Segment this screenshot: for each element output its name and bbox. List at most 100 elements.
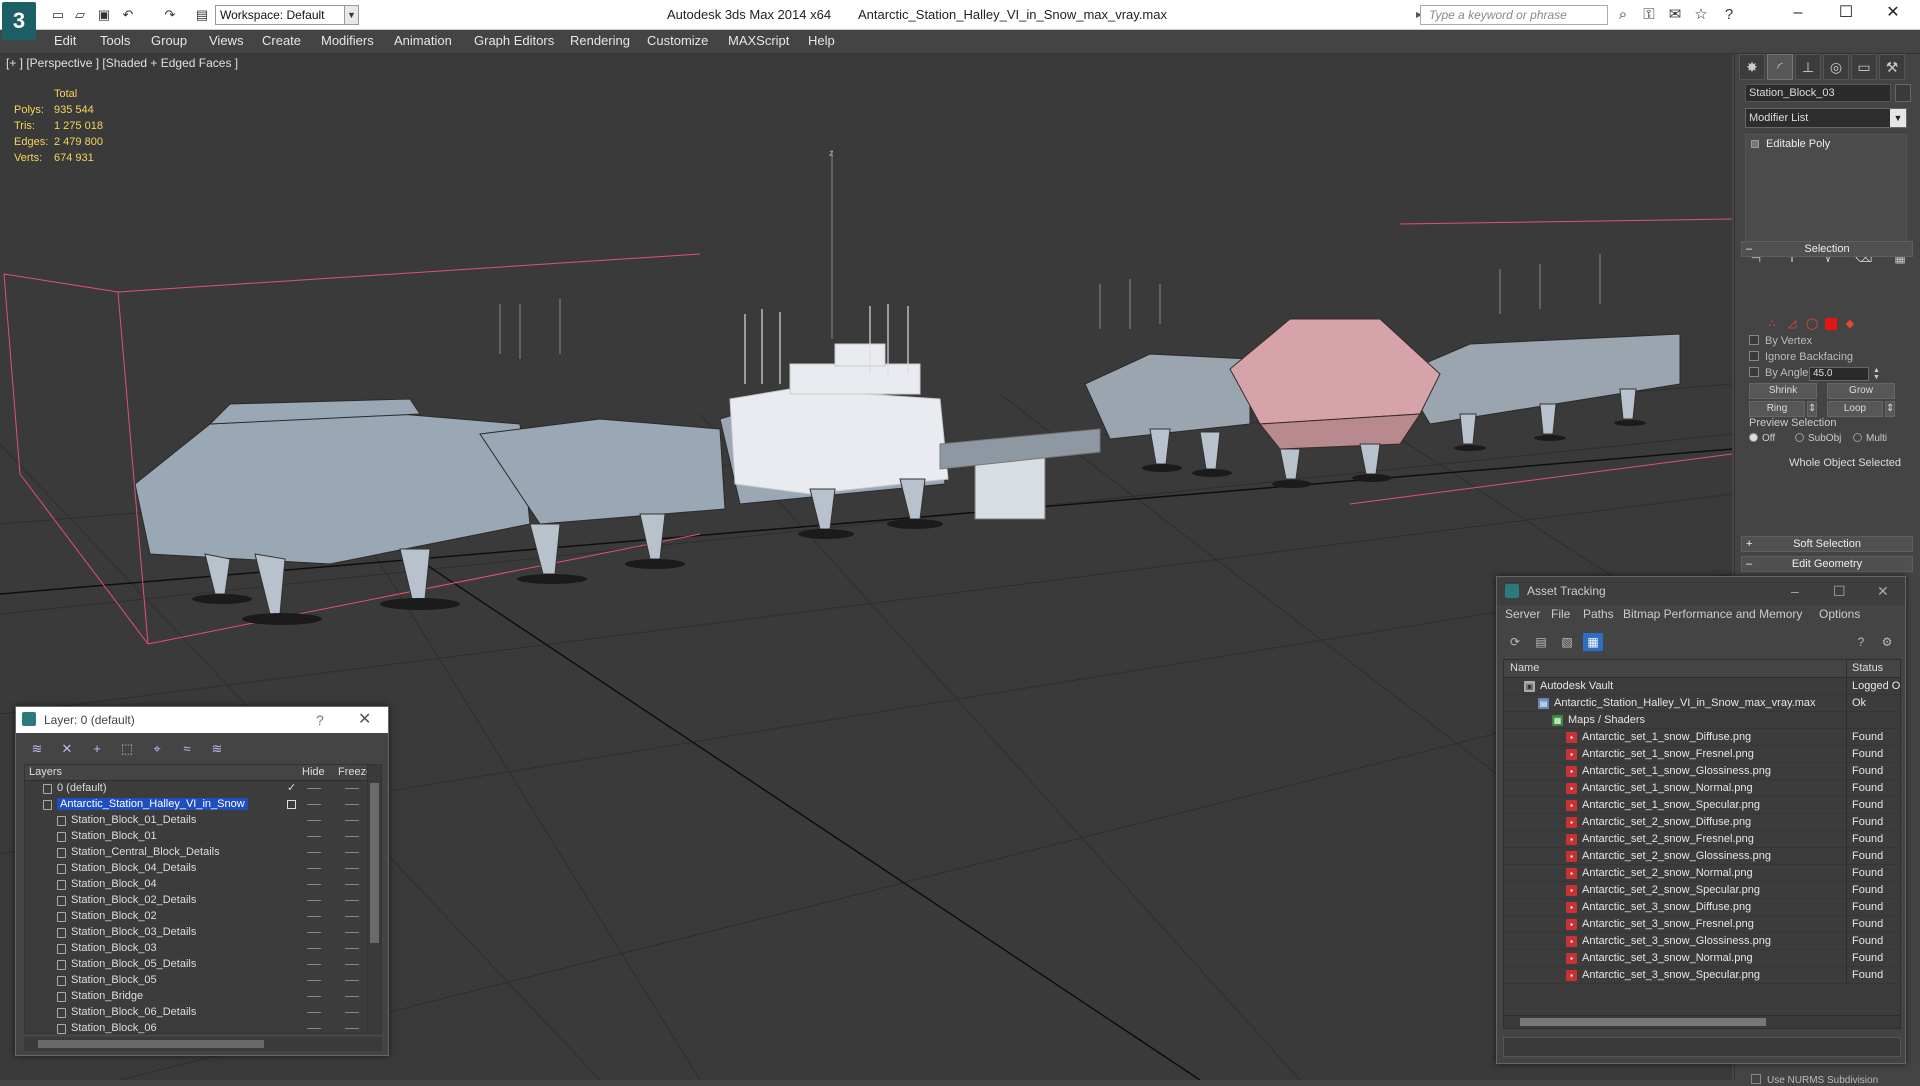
soft-selection-rollout-header[interactable]: + Soft Selection: [1741, 536, 1913, 552]
hide-toggle[interactable]: [307, 804, 321, 805]
menu-file[interactable]: File: [1551, 607, 1570, 621]
hide-toggle[interactable]: [307, 788, 321, 789]
use-nurms-checkbox[interactable]: Use NURMS Subdivision: [1751, 1074, 1878, 1086]
chevron-down-icon[interactable]: ▼: [344, 5, 359, 25]
asset-row[interactable]: ▪ Antarctic_set_2_snow_Diffuse.png Found: [1504, 814, 1900, 831]
edge-icon[interactable]: ◿: [1785, 318, 1799, 330]
by-angle-checkbox[interactable]: By Angle:: [1749, 367, 1811, 379]
table-view-icon[interactable]: ▦: [1583, 633, 1603, 651]
modifier-stack[interactable]: Editable Poly: [1745, 134, 1907, 242]
modifier-list-dropdown[interactable]: Modifier List ▼: [1745, 108, 1907, 128]
hide-toggle[interactable]: [307, 852, 321, 853]
polygon-icon[interactable]: [1825, 318, 1837, 330]
preview-subobj-radio[interactable]: SubObj: [1795, 433, 1841, 444]
asset-row[interactable]: ▪ Antarctic_set_3_snow_Normal.png Found: [1504, 950, 1900, 967]
hide-toggle[interactable]: [307, 900, 321, 901]
thumbnail-view-icon[interactable]: ▧: [1557, 633, 1577, 651]
object-name-field[interactable]: Station_Block_03: [1745, 84, 1891, 102]
layer-row[interactable]: Station_Block_05: [25, 973, 381, 989]
close-button[interactable]: ✕: [358, 707, 371, 733]
menu-options[interactable]: Options: [1819, 607, 1860, 621]
create-layer-icon[interactable]: ≋: [26, 739, 48, 759]
preview-multi-radio[interactable]: Multi: [1853, 433, 1887, 444]
horizontal-scrollbar[interactable]: [1503, 1015, 1901, 1029]
object-color-swatch[interactable]: [1895, 84, 1911, 102]
save-file-icon[interactable]: ▣: [94, 5, 114, 25]
current-layer-check-icon[interactable]: ✓: [287, 781, 296, 794]
menu-graph-editors[interactable]: Graph Editors: [474, 33, 554, 48]
preview-off-radio[interactable]: Off: [1749, 433, 1775, 444]
menu-server[interactable]: Server: [1505, 607, 1540, 621]
column-status[interactable]: Status: [1852, 662, 1883, 674]
scrollbar-thumb[interactable]: [38, 1040, 264, 1048]
layer-row[interactable]: 0 (default) ✓: [25, 781, 381, 797]
loop-button[interactable]: Loop: [1827, 401, 1883, 417]
chevron-down-icon[interactable]: ▼: [1890, 109, 1906, 127]
menu-bitmap-performance[interactable]: Bitmap Performance and Memory: [1623, 607, 1802, 621]
hide-toggle[interactable]: [307, 996, 321, 997]
settings-icon[interactable]: ⚙: [1877, 633, 1897, 651]
freeze-toggle[interactable]: [345, 852, 359, 853]
maximize-button[interactable]: ☐: [1823, 0, 1869, 28]
hide-toggle[interactable]: [307, 836, 321, 837]
by-vertex-checkbox[interactable]: By Vertex: [1749, 335, 1812, 347]
hide-toggle[interactable]: [307, 980, 321, 981]
menu-animation[interactable]: Animation: [394, 33, 452, 48]
freeze-toggle[interactable]: [345, 948, 359, 949]
list-view-icon[interactable]: ▤: [1531, 633, 1551, 651]
edit-geometry-rollout-header[interactable]: – Edit Geometry: [1741, 556, 1913, 572]
ring-button[interactable]: Ring: [1749, 401, 1805, 417]
ring-spinner-icon[interactable]: ⇕: [1807, 401, 1817, 417]
layer-row[interactable]: Station_Bridge: [25, 989, 381, 1005]
freeze-toggle[interactable]: [345, 964, 359, 965]
freeze-toggle[interactable]: [345, 804, 359, 805]
new-file-icon[interactable]: ▭: [48, 5, 68, 25]
freeze-toggle[interactable]: [345, 996, 359, 997]
menu-rendering[interactable]: Rendering: [570, 33, 630, 48]
hide-toggle[interactable]: [307, 884, 321, 885]
hide-toggle[interactable]: [307, 1028, 321, 1029]
asset-row[interactable]: ▪ Antarctic_set_1_snow_Normal.png Found: [1504, 780, 1900, 797]
ignore-backfacing-checkbox[interactable]: Ignore Backfacing: [1749, 351, 1853, 363]
utilities-tab-icon[interactable]: ⚒: [1879, 54, 1905, 80]
project-folder-icon[interactable]: ▤: [192, 5, 212, 25]
app-menu-button[interactable]: 3: [2, 2, 36, 40]
modify-tab-icon[interactable]: ◜: [1767, 54, 1793, 80]
delete-layer-icon[interactable]: ✕: [56, 739, 78, 759]
hide-toggle[interactable]: [307, 868, 321, 869]
maximize-button[interactable]: ☐: [1833, 577, 1846, 605]
help-icon[interactable]: ?: [1718, 5, 1740, 25]
asset-row[interactable]: ▪ Antarctic_set_2_snow_Fresnel.png Found: [1504, 831, 1900, 848]
asset-row[interactable]: ▪ Antarctic_set_2_snow_Glossiness.png Foun…: [1504, 848, 1900, 865]
asset-row[interactable]: ▪ Antarctic_set_1_snow_Specular.png Found: [1504, 797, 1900, 814]
hierarchy-tab-icon[interactable]: ⊥: [1795, 54, 1821, 80]
layer-row[interactable]: Station_Block_03_Details: [25, 925, 381, 941]
freeze-toggle[interactable]: [345, 788, 359, 789]
column-hide[interactable]: Hide: [302, 766, 325, 778]
freeze-toggle[interactable]: [345, 820, 359, 821]
hide-toggle[interactable]: [307, 964, 321, 965]
layer-row[interactable]: Station_Block_03: [25, 941, 381, 957]
menu-customize[interactable]: Customize: [647, 33, 708, 48]
freeze-all-layers-icon[interactable]: ≋: [206, 739, 228, 759]
layer-row[interactable]: Station_Block_05_Details: [25, 957, 381, 973]
layer-row[interactable]: Station_Central_Block_Details: [25, 845, 381, 861]
help-icon[interactable]: ?: [1851, 633, 1871, 651]
subscription-icon[interactable]: ⚿: [1638, 5, 1660, 25]
asset-row[interactable]: ▦ Maps / Shaders: [1504, 712, 1900, 729]
keyword-search-input[interactable]: Type a keyword or phrase: [1420, 5, 1608, 25]
asset-table[interactable]: Name Status ▣ Autodesk Vault Logged O ▤ Anta…: [1503, 659, 1901, 1017]
asset-tracking-titlebar[interactable]: Asset Tracking – ☐ ✕: [1497, 577, 1905, 605]
minimize-button[interactable]: –: [1791, 577, 1799, 605]
loop-spinner-icon[interactable]: ⇕: [1885, 401, 1895, 417]
freeze-toggle[interactable]: [345, 884, 359, 885]
communication-icon[interactable]: ✉: [1664, 5, 1686, 25]
layer-row[interactable]: Station_Block_01_Details: [25, 813, 381, 829]
menu-help[interactable]: Help: [808, 33, 835, 48]
menu-tools[interactable]: Tools: [100, 33, 130, 48]
menu-views[interactable]: Views: [209, 33, 243, 48]
binoculars-icon[interactable]: ⌕: [1612, 5, 1634, 25]
asset-row[interactable]: ▪ Antarctic_set_1_snow_Glossiness.png Foun…: [1504, 763, 1900, 780]
asset-row[interactable]: ▪ Antarctic_set_2_snow_Specular.png Found: [1504, 882, 1900, 899]
layer-row[interactable]: Station_Block_04_Details: [25, 861, 381, 877]
